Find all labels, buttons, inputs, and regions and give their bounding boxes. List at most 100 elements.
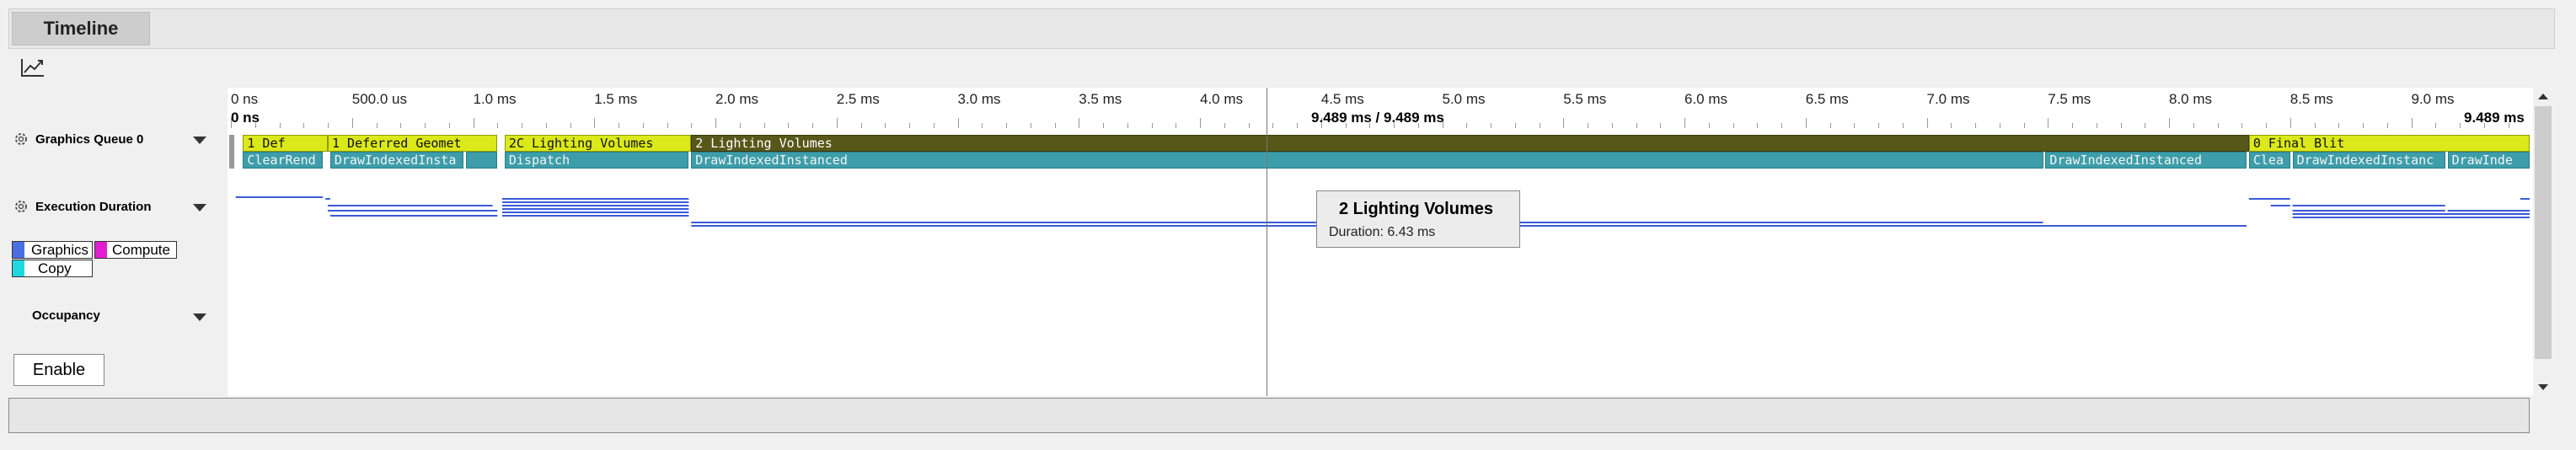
scrollbar-thumb[interactable] xyxy=(2535,106,2552,359)
tick-mark xyxy=(1611,123,1613,128)
scroll-up-icon[interactable] xyxy=(2533,91,2553,103)
tick-label: 7.0 ms xyxy=(1926,91,1970,107)
row-execution-duration[interactable]: Execution Duration xyxy=(13,199,152,214)
tick-mark xyxy=(2266,123,2267,128)
draw-call-bar[interactable]: DrawInde xyxy=(2447,152,2530,169)
tick-mark xyxy=(1103,123,1104,128)
draw-call-bar[interactable]: Dispatch xyxy=(504,152,689,169)
legend-swatch-compute xyxy=(95,242,107,258)
tick-mark xyxy=(715,118,716,128)
vertical-scrollbar[interactable] xyxy=(2533,88,2553,396)
tick-mark xyxy=(1200,118,1201,128)
draw-call-bar[interactable]: DrawIndexedInstanced xyxy=(691,152,2043,169)
tick-mark xyxy=(860,123,862,128)
tick-mark xyxy=(1466,123,1468,128)
chevron-down-icon[interactable] xyxy=(193,137,206,144)
tick-mark xyxy=(885,123,886,128)
tooltip-duration: Duration: 6.43 ms xyxy=(1329,225,1436,239)
draw-call-bar[interactable]: DrawIndexedInstanced xyxy=(2045,152,2247,169)
event-bar[interactable]: 1 Deferred Geomet xyxy=(328,135,498,152)
tick-label: 4.0 ms xyxy=(1200,91,1244,107)
tab-timeline[interactable]: Timeline xyxy=(12,12,150,46)
gear-icon[interactable] xyxy=(13,131,29,147)
tick-label: 1.0 ms xyxy=(473,91,517,107)
tick-mark xyxy=(909,123,910,128)
legend-graphics: Graphics xyxy=(12,241,93,259)
tick-label: 500.0 us xyxy=(351,91,407,107)
tick-mark xyxy=(1006,123,1007,128)
tick-label: 9.0 ms xyxy=(2411,91,2455,107)
tick-mark xyxy=(2435,123,2437,128)
tick-mark xyxy=(1248,123,1250,128)
event-bar[interactable]: 2C Lighting Volumes xyxy=(504,135,692,152)
horizontal-scrollbar[interactable] xyxy=(8,398,2530,433)
tick-mark xyxy=(1151,123,1153,128)
row-label-graphics-queue: Graphics Queue 0 xyxy=(35,131,144,147)
draw-call-bar[interactable]: ClearRend xyxy=(243,152,324,169)
tick-mark xyxy=(2217,123,2219,128)
tick-mark xyxy=(1563,118,1565,128)
tooltip-title: 2 Lighting Volumes xyxy=(1339,200,1493,218)
line-chart-icon[interactable] xyxy=(19,56,47,81)
draw-call-bar[interactable]: DrawIndexedInstanc xyxy=(2292,152,2445,169)
tick-label: 2.5 ms xyxy=(836,91,880,107)
chevron-down-icon[interactable] xyxy=(193,204,206,212)
tick-mark xyxy=(545,123,547,128)
tick-mark xyxy=(2193,123,2194,128)
tick-mark xyxy=(2363,123,2364,128)
draw-call-bar[interactable] xyxy=(465,152,498,169)
tick-label: 4.5 ms xyxy=(1320,91,1364,107)
tick-mark xyxy=(957,118,959,128)
event-bar[interactable]: 1 Def xyxy=(243,135,328,152)
event-bar[interactable]: 0 Final Blit xyxy=(2248,135,2530,152)
tick-mark xyxy=(2338,123,2340,128)
tick-mark xyxy=(594,118,596,128)
tab-bar xyxy=(8,8,2555,49)
tick-mark xyxy=(1733,123,1734,128)
legend-compute: Compute xyxy=(94,241,177,259)
tick-mark xyxy=(1127,123,1128,128)
row-graphics-queue[interactable]: Graphics Queue 0 xyxy=(13,131,143,147)
enable-button[interactable]: Enable xyxy=(13,354,104,386)
tick-mark xyxy=(691,123,693,128)
tick-mark xyxy=(303,123,305,128)
tick-mark xyxy=(2314,123,2316,128)
tick-label: 6.5 ms xyxy=(1805,91,1849,107)
tick-mark xyxy=(667,123,668,128)
tick-mark xyxy=(351,118,353,128)
tick-mark xyxy=(400,123,402,128)
tick-mark xyxy=(1926,118,1928,128)
tick-label: 0 ns xyxy=(231,91,259,107)
tick-mark xyxy=(570,123,571,128)
tick-label: 3.5 ms xyxy=(1079,91,1122,107)
tick-mark xyxy=(497,123,499,128)
draw-call-bar[interactable]: Clea xyxy=(2248,152,2290,169)
chevron-down-icon[interactable] xyxy=(193,313,206,321)
tick-label: 2.0 ms xyxy=(715,91,759,107)
legend-swatch-graphics xyxy=(13,242,24,258)
ruler-end-label: 9.489 ms xyxy=(2464,110,2525,126)
tick-mark xyxy=(1514,123,1516,128)
draw-call-bar[interactable]: DrawIndexedInsta xyxy=(329,152,463,169)
row-label-execution-duration: Execution Duration xyxy=(35,199,152,214)
tick-mark xyxy=(1805,118,1807,128)
tick-mark xyxy=(763,123,765,128)
tick-mark xyxy=(933,123,935,128)
scroll-down-icon[interactable] xyxy=(2533,381,2553,393)
tick-mark xyxy=(2386,123,2388,128)
tick-label: 8.0 ms xyxy=(2169,91,2213,107)
tick-mark xyxy=(279,123,281,128)
tick-mark xyxy=(1684,118,1685,128)
ruler-center-label: 9.489 ms / 9.489 ms xyxy=(1311,110,1444,126)
gear-icon[interactable] xyxy=(13,199,29,214)
event-bar[interactable]: 2 Lighting Volumes xyxy=(691,135,2249,152)
tick-mark xyxy=(1297,123,1298,128)
tick-mark xyxy=(1902,123,1904,128)
tick-mark xyxy=(2289,118,2291,128)
tick-mark xyxy=(836,118,838,128)
row-occupancy[interactable]: Occupancy xyxy=(32,308,100,323)
tick-mark xyxy=(425,123,426,128)
tick-label: 1.5 ms xyxy=(594,91,638,107)
tick-label: 8.5 ms xyxy=(2289,91,2333,107)
tick-label: 6.0 ms xyxy=(1684,91,1728,107)
